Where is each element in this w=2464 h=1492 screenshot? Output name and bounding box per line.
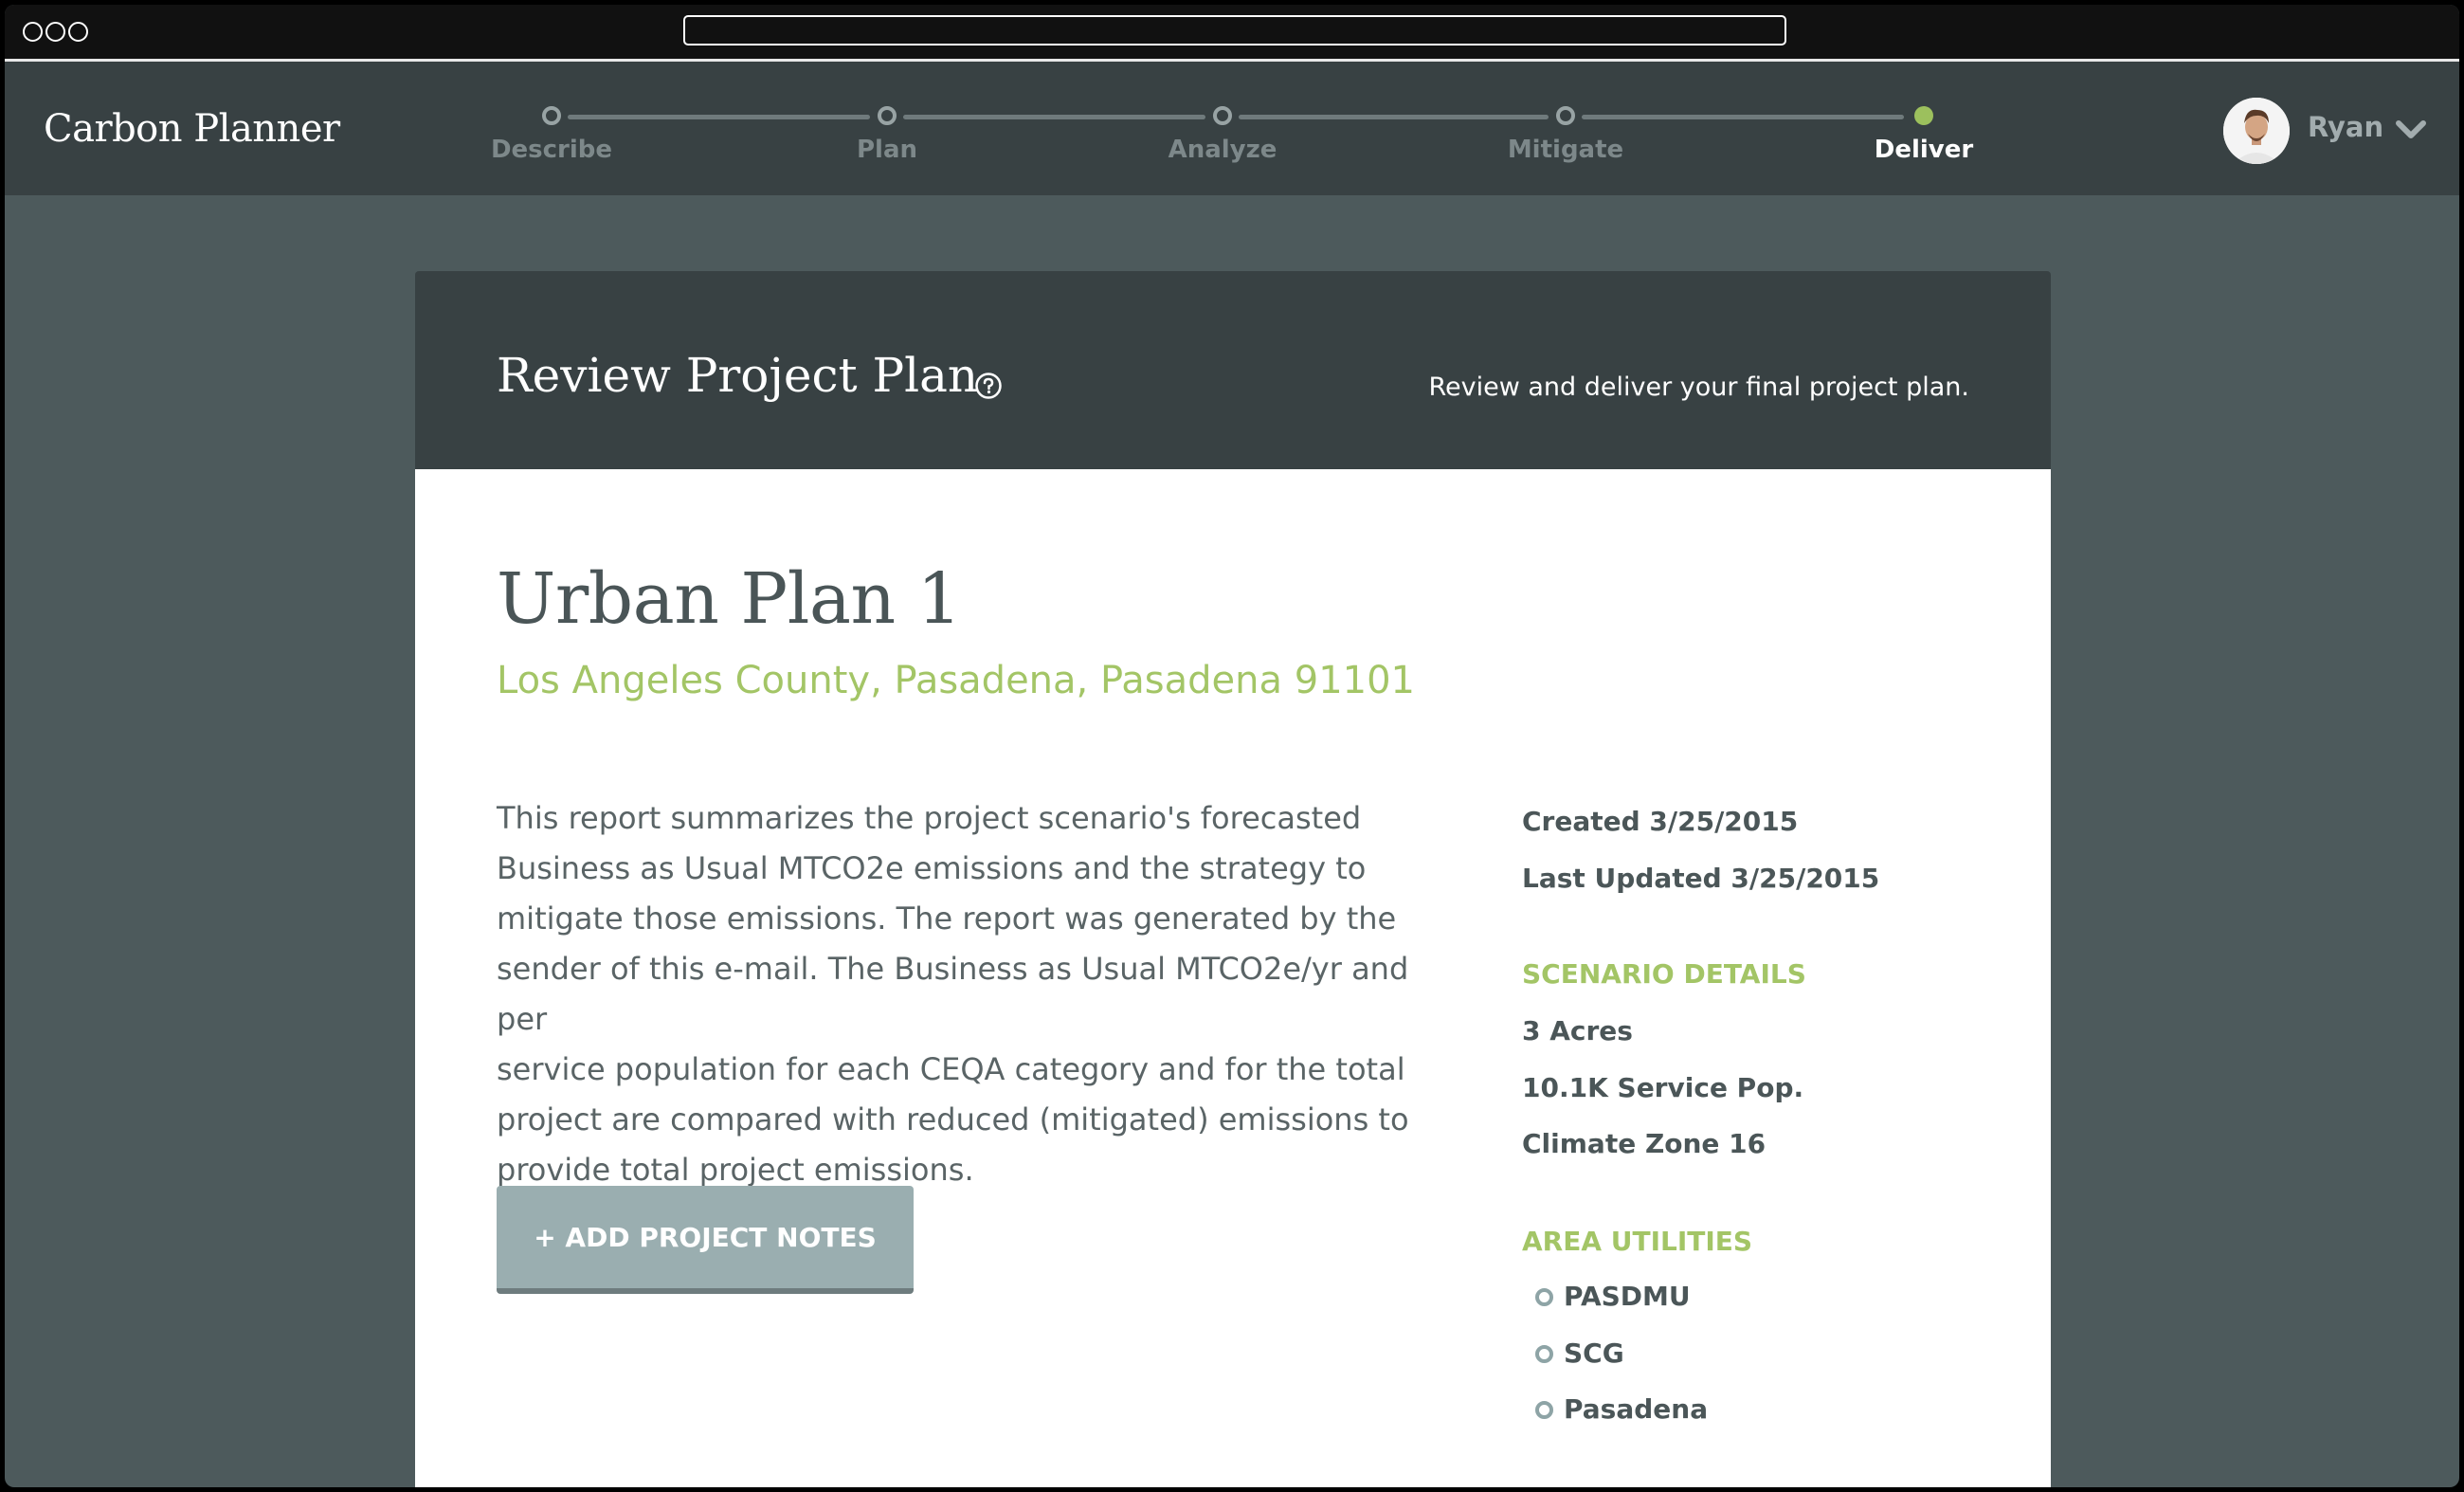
window-maximize-icon[interactable]	[68, 22, 88, 42]
user-name[interactable]: Ryan	[2308, 111, 2383, 143]
step-deliver-dot[interactable]	[1914, 106, 1933, 125]
step-connector	[903, 115, 1205, 119]
bullet-icon	[1535, 1288, 1553, 1306]
plan-description: This report summarizes the project scena…	[497, 793, 1454, 1195]
utility-item: SCG	[1564, 1337, 1624, 1369]
card-subtitle: Review and deliver your final project pl…	[1428, 373, 1969, 402]
card-header: Review Project Plan Review and deliver y…	[415, 271, 2051, 469]
address-bar[interactable]	[683, 15, 1786, 45]
plan-location: Los Angeles County, Pasadena, Pasadena 9…	[497, 659, 1415, 702]
browser-window: Carbon Planner Describe Plan Analyze Mit…	[5, 5, 2459, 1487]
description-line: This report summarizes the project scena…	[497, 800, 1362, 836]
help-circle-icon[interactable]	[974, 372, 1003, 400]
brand-logo[interactable]: Carbon Planner	[44, 107, 340, 151]
description-line: Business as Usual MTCO2e emissions and t…	[497, 850, 1367, 886]
window-minimize-icon[interactable]	[45, 22, 65, 42]
step-describe-dot[interactable]	[542, 106, 561, 125]
utility-item: PASDMU	[1564, 1281, 1691, 1312]
description-line: project are compared with reduced (mitig…	[497, 1101, 1409, 1137]
scenario-details-heading: SCENARIO DETAILS	[1522, 958, 1806, 990]
step-mitigate-label[interactable]: Mitigate	[1452, 136, 1679, 164]
browser-titlebar	[5, 5, 2459, 59]
step-connector	[1582, 115, 1904, 119]
created-date: Created 3/25/2015	[1522, 806, 1799, 837]
chevron-down-icon[interactable]	[2395, 118, 2427, 141]
step-connector	[1239, 115, 1549, 119]
area-utilities-heading: AREA UTILITIES	[1522, 1226, 1753, 1257]
add-project-notes-button[interactable]: + ADD PROJECT NOTES	[497, 1186, 914, 1294]
description-line: mitigate those emissions. The report was…	[497, 901, 1397, 937]
step-describe-label[interactable]: Describe	[438, 136, 665, 164]
step-connector	[568, 115, 870, 119]
plan-name: Urban Plan 1	[497, 558, 962, 640]
step-analyze-label[interactable]: Analyze	[1109, 136, 1336, 164]
page-title: Review Project Plan	[497, 348, 979, 403]
description-line: sender of this e-mail. The Business as U…	[497, 951, 1409, 1037]
step-analyze-dot[interactable]	[1213, 106, 1232, 125]
bullet-icon	[1535, 1345, 1553, 1363]
utility-item: Pasadena	[1564, 1393, 1709, 1425]
scenario-service-pop: 10.1K Service Pop.	[1522, 1072, 1804, 1103]
scenario-acres: 3 Acres	[1522, 1015, 1633, 1046]
app-header: Carbon Planner Describe Plan Analyze Mit…	[5, 62, 2459, 195]
description-line: service population for each CEQA categor…	[497, 1051, 1405, 1087]
step-plan-label[interactable]: Plan	[773, 136, 1001, 164]
plan-card: Urban Plan 1 Los Angeles County, Pasaden…	[415, 469, 2051, 1487]
step-deliver-label[interactable]: Deliver	[1810, 136, 2038, 164]
scenario-climate-zone: Climate Zone 16	[1522, 1128, 1766, 1159]
step-plan-dot[interactable]	[878, 106, 897, 125]
user-avatar[interactable]	[2223, 98, 2290, 164]
last-updated-date: Last Updated 3/25/2015	[1522, 863, 1880, 894]
step-mitigate-dot[interactable]	[1556, 106, 1575, 125]
window-close-icon[interactable]	[23, 22, 43, 42]
bullet-icon	[1535, 1401, 1553, 1419]
